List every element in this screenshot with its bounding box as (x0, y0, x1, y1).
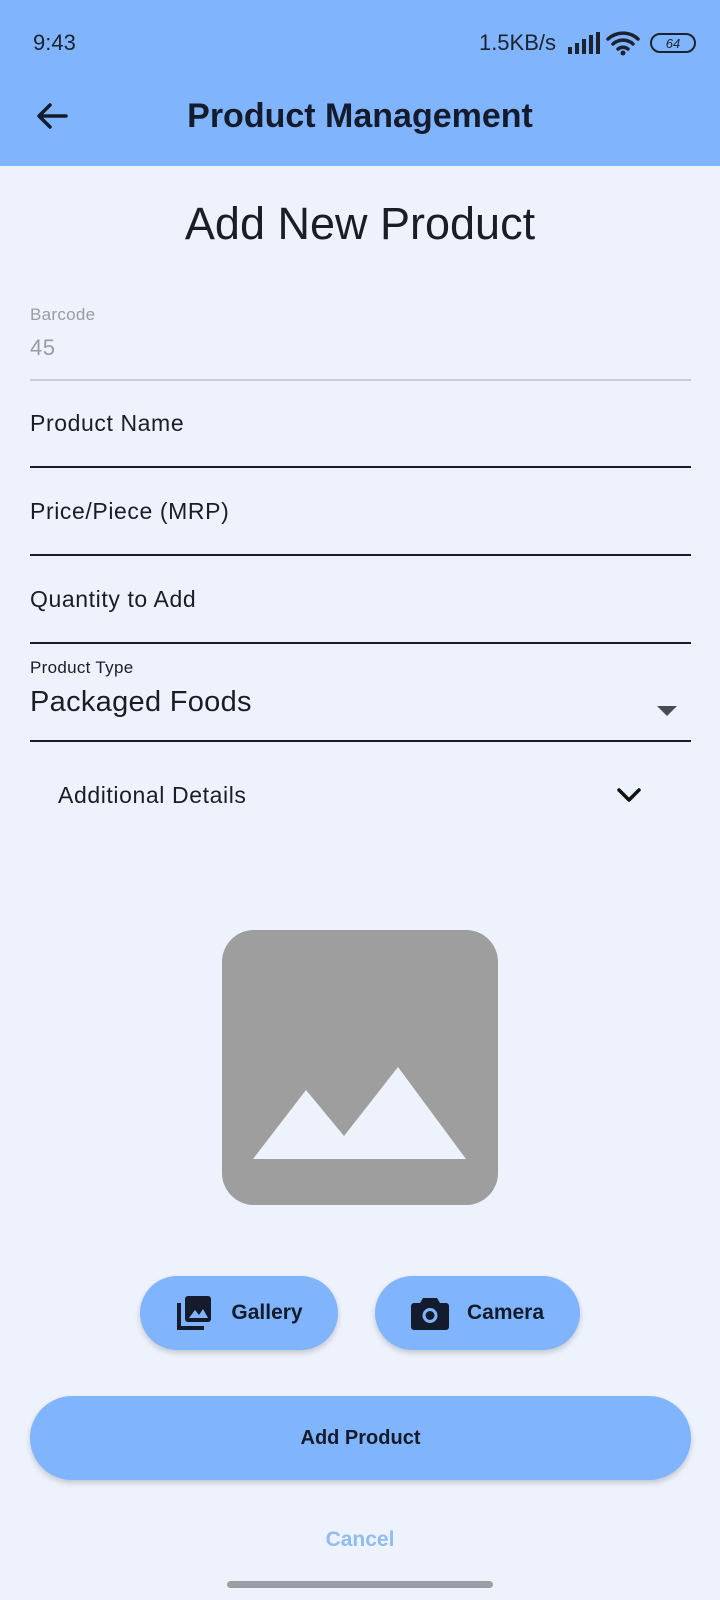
product-type-value: Packaged Foods (30, 686, 252, 718)
form-heading: Add New Product (184, 198, 536, 249)
quantity-field[interactable]: Quantity to Add (30, 586, 691, 644)
product-type-dropdown[interactable]: Product Type Packaged Foods (30, 658, 691, 742)
network-speed: 1.5KB/s (478, 30, 556, 55)
camera-button[interactable]: Camera (375, 1276, 580, 1350)
status-icons: 1.5KB/s 64 (479, 27, 696, 59)
price-label: Price/Piece (MRP) (30, 498, 230, 524)
camera-label: Camera (466, 1301, 545, 1324)
status-time: 9:43 (33, 30, 76, 55)
dropdown-arrow-icon (657, 706, 677, 716)
app-bar: 9:43 1.5KB/s 64 Product Management (0, 0, 720, 166)
image-placeholder-icon (222, 930, 498, 1205)
cancel-button[interactable]: Cancel (0, 1528, 720, 1552)
wifi-icon (606, 31, 640, 56)
product-name-underline (30, 466, 691, 468)
chevron-down-icon (617, 788, 641, 802)
product-type-underline (30, 740, 691, 742)
signal-icon (568, 32, 600, 54)
barcode-value: 45 (30, 335, 56, 360)
quantity-underline (30, 642, 691, 644)
price-underline (30, 554, 691, 556)
camera-icon (410, 1298, 449, 1330)
gallery-button[interactable]: Gallery (140, 1276, 338, 1350)
product-type-label: Product Type (30, 658, 134, 677)
barcode-underline (30, 379, 691, 381)
price-field[interactable]: Price/Piece (MRP) (30, 498, 691, 556)
battery-icon: 64 (650, 33, 696, 53)
quantity-label: Quantity to Add (30, 586, 197, 612)
gallery-label: Gallery (231, 1301, 303, 1324)
home-indicator[interactable] (227, 1581, 493, 1588)
add-product-button[interactable]: Add Product (30, 1396, 691, 1480)
page-title: Product Management (187, 97, 533, 135)
additional-details-label: Additional Details (58, 781, 247, 808)
product-name-label: Product Name (30, 410, 185, 436)
gallery-icon (177, 1296, 212, 1330)
product-name-field[interactable]: Product Name (30, 410, 691, 468)
barcode-label: Barcode (30, 305, 96, 324)
additional-details-expander[interactable]: Additional Details (58, 770, 642, 820)
barcode-field: Barcode 45 (30, 305, 691, 381)
